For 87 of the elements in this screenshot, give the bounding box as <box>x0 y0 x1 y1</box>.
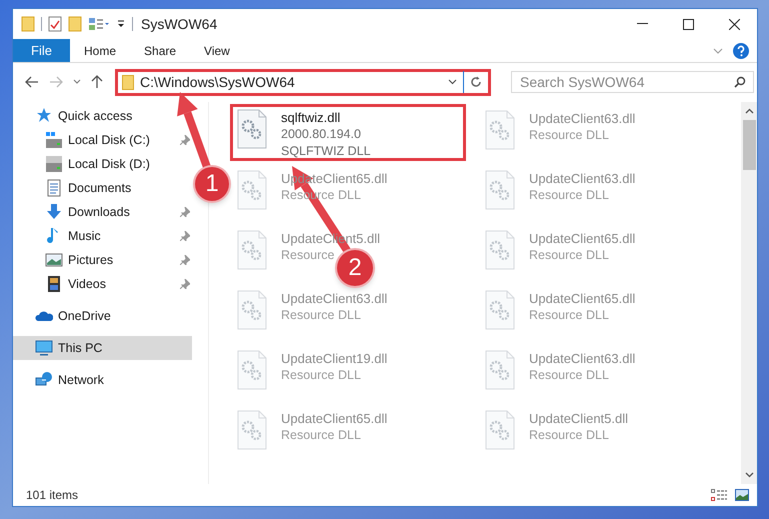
sidebar-label: Local Disk (D:) <box>68 156 150 173</box>
film-icon <box>45 275 63 293</box>
sidebar-item[interactable]: Documents <box>13 176 134 200</box>
file-detail: Resource DLL <box>529 307 609 324</box>
file-name: UpdateClient65.dll <box>281 410 388 427</box>
recent-locations-icon[interactable] <box>73 79 81 85</box>
file-detail: 2000.80.194.0 <box>281 126 361 143</box>
file-name: UpdateClient19.dll <box>281 350 388 367</box>
sidebar-label: Music <box>68 228 101 245</box>
sidebar-item[interactable]: Quick access <box>13 104 134 128</box>
scroll-down-icon[interactable] <box>744 472 754 478</box>
chevron-down-icon[interactable] <box>713 48 723 54</box>
customize-toolbar-icon[interactable] <box>116 19 126 29</box>
up-arrow-icon[interactable] <box>91 75 103 89</box>
folder-icon <box>122 74 134 90</box>
pin-icon[interactable] <box>180 231 190 241</box>
sidebar-label: Network <box>58 372 104 389</box>
file-name: sqlftwiz.dll <box>281 109 340 126</box>
file-detail: Resource DLL <box>529 247 609 264</box>
close-icon <box>728 18 740 30</box>
file-detail: Resource DLL <box>281 427 361 444</box>
sidebar-item[interactable]: Videos <box>13 272 192 296</box>
star-icon <box>35 107 53 125</box>
pin-icon[interactable] <box>180 255 190 265</box>
file-detail: Resource DLL <box>529 367 609 384</box>
details-view-icon[interactable] <box>711 488 727 502</box>
picture-icon <box>45 251 63 269</box>
search-icon <box>734 76 746 88</box>
file-detail: Resource DLL <box>529 187 609 204</box>
sidebar-item[interactable]: Downloads <box>13 200 192 224</box>
ribbon-tab[interactable]: Home <box>70 39 130 62</box>
sidebar-label: Downloads <box>68 204 130 221</box>
file-name: UpdateClient65.dll <box>529 290 636 307</box>
sidebar-item[interactable]: Local Disk (D:) <box>13 152 152 176</box>
sidebar-item[interactable]: Network <box>13 368 106 392</box>
drive-icon <box>45 131 63 149</box>
document-icon <box>45 179 63 197</box>
minimize-icon <box>636 23 648 25</box>
maximize-icon <box>682 18 694 30</box>
sidebar-label: Quick access <box>58 108 132 125</box>
scrollbar[interactable] <box>741 102 757 484</box>
ribbon-tab[interactable]: View <box>190 39 244 62</box>
sidebar-label: Videos <box>68 276 106 293</box>
pin-icon[interactable] <box>180 279 190 289</box>
sidebar-item[interactable]: Local Disk (C:) <box>13 128 192 152</box>
file-detail: Resource DLL <box>281 307 361 324</box>
sidebar-item[interactable]: This PC <box>13 336 192 360</box>
file-detail: Resource DLL <box>529 427 609 444</box>
address-bar[interactable]: C:\Windows\SysWOW64 <box>115 68 491 96</box>
sidebar-label: Documents <box>68 180 132 197</box>
sidebar-item[interactable]: Pictures <box>13 248 192 272</box>
scrollbar-thumb[interactable] <box>742 120 756 170</box>
sidebar-label: Local Disk (C:) <box>68 132 150 149</box>
item-count: 101 items <box>26 487 78 504</box>
file-detail: Resource DLL <box>529 127 609 144</box>
file-name: UpdateClient63.dll <box>529 170 636 187</box>
file-name: UpdateClient5.dll <box>529 410 628 427</box>
refresh-icon[interactable] <box>470 76 482 88</box>
file-detail: Resource <box>281 247 334 264</box>
sidebar-label: This PC <box>58 340 102 357</box>
download-arrow-icon <box>45 203 63 221</box>
pin-icon[interactable] <box>180 207 190 217</box>
sidebar-label: OneDrive <box>58 308 111 325</box>
file-name: UpdateClient63.dll <box>281 290 388 307</box>
dropdown-caret-icon[interactable] <box>448 79 457 85</box>
drive-icon <box>45 155 63 173</box>
pin-icon[interactable] <box>180 135 190 145</box>
file-name: UpdateClient65.dll <box>529 230 636 247</box>
sidebar-item[interactable]: OneDrive <box>13 304 113 328</box>
large-icons-view-icon[interactable] <box>735 489 749 501</box>
properties-icon[interactable] <box>48 16 62 32</box>
file-name: UpdateClient63.dll <box>529 350 636 367</box>
window-title: SysWOW64 <box>141 14 218 34</box>
help-icon[interactable] <box>733 42 749 58</box>
ribbon-tab[interactable]: File <box>13 39 70 62</box>
file-detail: SQLFTWIZ DLL <box>281 143 371 160</box>
file-detail: Resource DLL <box>281 367 361 384</box>
view-options-icon[interactable] <box>88 17 110 31</box>
sidebar-item[interactable]: Music <box>13 224 192 248</box>
sidebar-label: Pictures <box>68 252 114 269</box>
file-name: UpdateClient63.dll <box>529 110 636 127</box>
scroll-up-icon[interactable] <box>744 108 754 114</box>
monitor-icon <box>35 339 53 357</box>
search-field[interactable]: Search SysWOW64 <box>511 71 754 93</box>
back-arrow-icon[interactable] <box>25 76 39 88</box>
ribbon-tab[interactable]: Share <box>130 39 190 62</box>
address-path: C:\Windows\SysWOW64 <box>140 72 295 92</box>
